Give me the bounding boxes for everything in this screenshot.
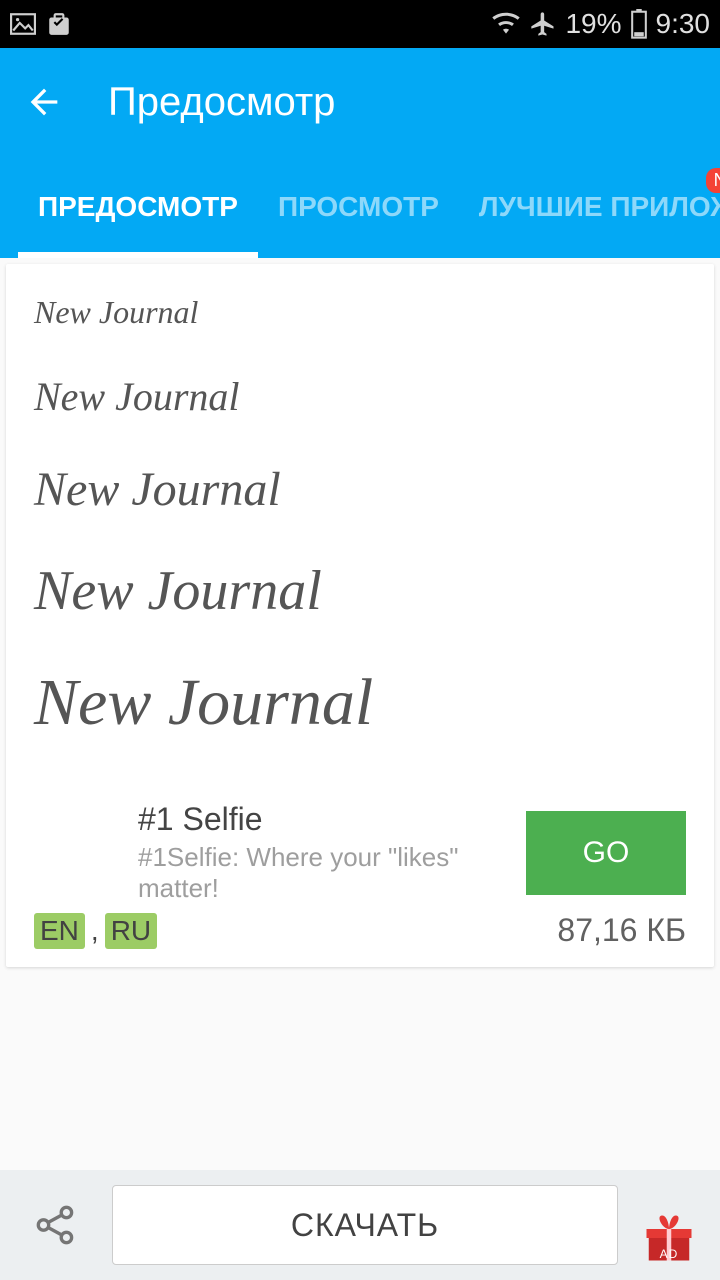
content-area: New Journal New Journal New Journal New … bbox=[0, 258, 720, 973]
lang-chip-en[interactable]: EN bbox=[34, 913, 85, 949]
tab-label: ЛУЧШИЕ ПРИЛОЖ bbox=[479, 191, 720, 223]
tab-label: ПРЕДОСМОТР bbox=[38, 191, 238, 223]
tab-predosmotr[interactable]: ПРЕДОСМОТР bbox=[18, 156, 258, 258]
ad-thumbnail bbox=[34, 809, 122, 897]
wifi-icon bbox=[491, 12, 521, 36]
meta-row: EN , RU 87,16 КБ bbox=[34, 912, 686, 949]
ad-banner[interactable]: #1 Selfie #1Selfie: Where your "likes" m… bbox=[34, 801, 686, 904]
app-bar: Предосмотр bbox=[0, 48, 720, 156]
language-chips: EN , RU bbox=[34, 913, 157, 949]
arrow-left-icon bbox=[24, 82, 64, 122]
status-time: 9:30 bbox=[656, 8, 711, 40]
font-sample: New Journal bbox=[34, 373, 686, 420]
back-button[interactable] bbox=[20, 78, 68, 126]
battery-percent: 19% bbox=[565, 8, 621, 40]
file-size: 87,16 КБ bbox=[557, 912, 686, 949]
battery-icon bbox=[630, 9, 648, 39]
font-sample: New Journal bbox=[34, 559, 686, 623]
share-icon bbox=[31, 1200, 81, 1250]
tab-best-apps[interactable]: ЛУЧШИЕ ПРИЛОЖ New bbox=[459, 156, 720, 258]
gift-ad-button[interactable]: AD bbox=[634, 1185, 704, 1265]
font-sample: New Journal bbox=[34, 462, 686, 517]
page-title: Предосмотр bbox=[108, 80, 335, 125]
share-button[interactable] bbox=[16, 1185, 96, 1265]
font-preview-card: New Journal New Journal New Journal New … bbox=[6, 264, 714, 967]
tab-label: ПРОСМОТР bbox=[278, 191, 439, 223]
new-badge: New bbox=[706, 168, 720, 193]
bottom-bar: СКАЧАТЬ AD bbox=[0, 1170, 720, 1280]
font-sample: New Journal bbox=[34, 665, 686, 741]
font-sample: New Journal bbox=[34, 294, 686, 331]
tab-prosmotr[interactable]: ПРОСМОТР bbox=[258, 156, 459, 258]
ad-go-button[interactable]: GO bbox=[526, 811, 686, 895]
download-button[interactable]: СКАЧАТЬ bbox=[112, 1185, 618, 1265]
gallery-notification-icon bbox=[10, 13, 36, 35]
gift-ad-label: AD bbox=[660, 1247, 679, 1261]
ad-title: #1 Selfie bbox=[138, 801, 510, 838]
shop-notification-icon bbox=[46, 11, 72, 37]
status-bar: 19% 9:30 bbox=[0, 0, 720, 48]
lang-chip-ru[interactable]: RU bbox=[105, 913, 157, 949]
ad-subtitle: #1Selfie: Where your "likes" matter! bbox=[138, 842, 510, 904]
lang-separator: , bbox=[91, 915, 99, 947]
tab-bar: ПРЕДОСМОТР ПРОСМОТР ЛУЧШИЕ ПРИЛОЖ New bbox=[0, 156, 720, 258]
airplane-mode-icon bbox=[529, 10, 557, 38]
